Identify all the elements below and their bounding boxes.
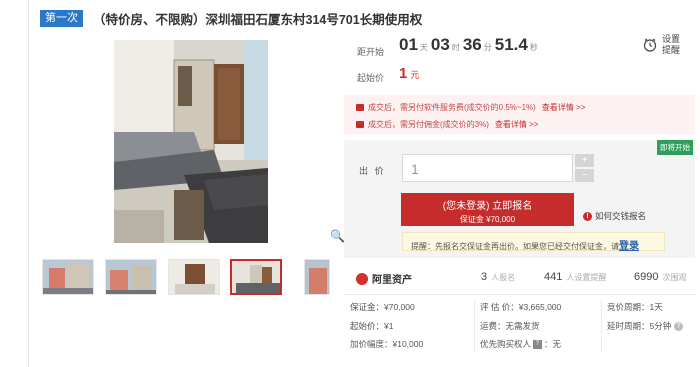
round-badge: 第一次 [40, 9, 83, 27]
countdown-minutes: 36 [462, 35, 482, 54]
reminder-count: 441 人设置提醒 [544, 271, 607, 283]
countdown-hours: 03 [430, 35, 450, 54]
help-icon[interactable]: ? [674, 321, 684, 331]
countdown-days-unit: 天 [419, 43, 428, 52]
increment-info: 加价幅度：¥10,000 [350, 339, 424, 349]
set-reminder-button[interactable]: 设置 提醒 [640, 33, 680, 61]
bid-panel: 即将开始 出 价 1 + − (您未登录) 立即报名 保证金 ¥70,000 !… [344, 140, 695, 258]
login-tip-bar: 提醒：先报名交保证金再出价。如果您已经交付保证金，请登录 [402, 232, 665, 252]
divider [601, 300, 602, 352]
service-fee-details-link[interactable]: 查看详情 >> [542, 102, 586, 113]
countdown-seconds-unit: 秒 [529, 43, 538, 52]
reminder-label: 设置 提醒 [662, 34, 681, 55]
countdown-days: 01 [399, 35, 418, 54]
delay-cycle-info: 延时周期：5分钟? [607, 320, 684, 332]
thumbnail-1[interactable] [42, 259, 94, 295]
signup-button[interactable]: (您未登录) 立即报名 保证金 ¥70,000 [401, 193, 574, 226]
ali-logo-icon [356, 272, 368, 285]
start-price-unit: 元 [410, 70, 420, 80]
title-row: 第一次 （特价房、不限购）深圳福田石厦东村314号701长期使用权 [40, 9, 422, 27]
fee-notice-box: 成交后，需另付软件服务费(成交价的0.5%~1%) 查看详情 >> 成交后，需另… [344, 95, 695, 134]
view-count: 6990 次围观 [634, 271, 687, 283]
zoom-icon[interactable]: 🔍 [330, 229, 345, 243]
signup-count: 3 人报名 [481, 271, 516, 283]
start-price-label: 起始价 [357, 73, 385, 83]
thumbnail-4-selected[interactable] [230, 259, 282, 295]
thumbnail-2[interactable] [105, 259, 157, 295]
notice-commission: 成交后，需另付佣金(成交价的3%) 查看详情 >> [356, 119, 538, 130]
start-price: 1 元 [399, 65, 419, 82]
ali-assets-logo: 阿里资产 [356, 271, 412, 286]
shipping-info: 运费：无需发货 [480, 321, 540, 331]
login-link[interactable]: 登录 [619, 241, 639, 252]
notice-service-fee: 成交后，需另付软件服务费(成交价的0.5%~1%) 查看详情 >> [356, 102, 585, 113]
info-icon[interactable]: ? [533, 339, 543, 349]
thumbnail-3[interactable] [168, 259, 220, 295]
stats-row: 阿里资产 3 人报名 441 人设置提醒 6990 次围观 [344, 267, 695, 291]
deposit-info: 保证金：¥70,000 [350, 302, 415, 312]
countdown-seconds: 51.4 [494, 35, 528, 54]
bag-icon [356, 121, 364, 128]
countdown-minutes-unit: 分 [483, 43, 492, 52]
bid-amount-input[interactable]: 1 [402, 154, 573, 182]
appraisal-info: 评 估 价：¥3,665,000 [480, 302, 562, 312]
bid-label: 出 价 [359, 166, 386, 176]
priority-buyer-info: 优先购买权人? ：无 [480, 339, 562, 349]
bag-icon [356, 104, 364, 111]
countdown-timer: 01 天 03 时 36 分 51.4 秒 [399, 35, 541, 55]
info-icon: ! [583, 211, 592, 221]
thumbnail-strip [42, 259, 330, 297]
decrease-bid-button[interactable]: − [575, 169, 594, 182]
countdown-hours-unit: 时 [451, 43, 460, 52]
start-price-info: 起始价：¥1 [350, 321, 394, 331]
how-to-pay-link[interactable]: ! 如何交钱报名 [583, 210, 646, 222]
divider [474, 300, 475, 352]
thumbnail-5[interactable] [304, 259, 330, 295]
page-title: （特价房、不限购）深圳福田石厦东村314号701长期使用权 [93, 12, 423, 27]
status-badge: 即将开始 [657, 140, 693, 155]
start-price-value: 1 [399, 65, 408, 82]
increase-bid-button[interactable]: + [575, 154, 594, 167]
countdown-label: 距开始 [357, 47, 385, 57]
bid-cycle-info: 竞价周期：1天 [607, 302, 663, 312]
alarm-clock-icon [643, 38, 657, 52]
commission-details-link[interactable]: 查看详情 >> [495, 119, 539, 130]
main-photo[interactable] [114, 40, 268, 243]
bid-stepper: + − [575, 154, 594, 182]
